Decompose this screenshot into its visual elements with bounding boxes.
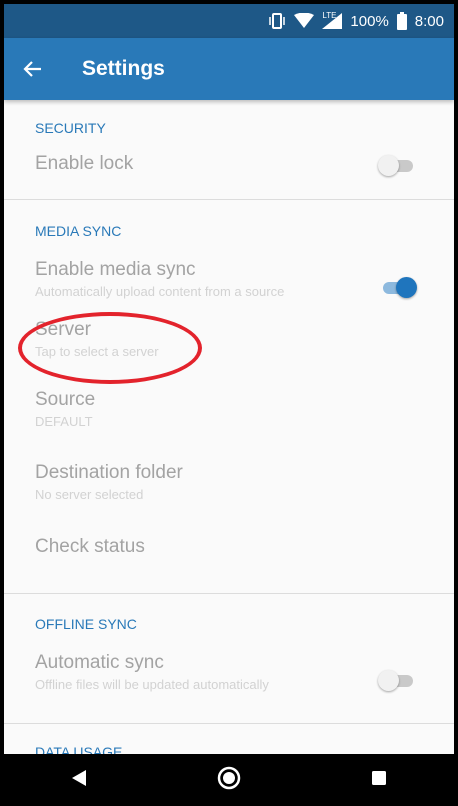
- pref-automatic-sync[interactable]: Automatic sync Offline files will be upd…: [4, 632, 454, 723]
- pref-check-status[interactable]: Check status: [4, 531, 454, 593]
- battery-icon: [396, 12, 407, 30]
- vibrate-icon: [268, 13, 286, 29]
- pref-source[interactable]: Source DEFAULT: [4, 387, 454, 459]
- automatic-sync-switch[interactable]: [378, 670, 414, 691]
- section-header-data-usage: DATA USAGE: [35, 744, 123, 754]
- square-recents-icon: [372, 771, 386, 785]
- arrow-back-icon: [23, 61, 41, 77]
- pref-title: Destination folder: [35, 462, 183, 483]
- pref-server[interactable]: Server Tap to select a server: [4, 315, 454, 387]
- switch-thumb: [378, 155, 399, 176]
- switch-thumb: [378, 670, 399, 691]
- nav-home-button[interactable]: [199, 754, 259, 802]
- pref-summary: No server selected: [35, 487, 144, 502]
- lte-signal-icon: LTE: [322, 11, 343, 29]
- network-type-label: LTE: [322, 11, 337, 20]
- triangle-back-icon: [72, 770, 86, 786]
- pref-destination-folder[interactable]: Destination folder No server selected: [4, 459, 454, 531]
- nav-back-button[interactable]: [49, 754, 109, 802]
- circle-home-icon: [217, 766, 241, 790]
- settings-list: SECURITY Enable lock MEDIA SYNC Enable m…: [4, 100, 454, 754]
- app-bar: Settings: [4, 38, 454, 100]
- switch-thumb: [396, 277, 417, 298]
- enable-lock-switch[interactable]: [378, 155, 414, 176]
- wifi-icon: [294, 13, 315, 29]
- page-title: Settings: [82, 57, 165, 80]
- pref-title: Source: [35, 389, 96, 410]
- pref-title: Server: [35, 319, 91, 340]
- nav-recents-button[interactable]: [349, 754, 409, 802]
- pref-summary: Tap to select a server: [35, 344, 159, 359]
- pref-title: Check status: [35, 536, 145, 557]
- pref-enable-lock[interactable]: Enable lock: [4, 136, 454, 194]
- clock: 8:00: [414, 12, 444, 30]
- pref-summary: DEFAULT: [35, 414, 93, 429]
- section-header-media-sync: MEDIA SYNC: [35, 223, 122, 239]
- battery-percent: 100%: [350, 12, 389, 30]
- status-bar: LTE 100% 8:00: [4, 4, 454, 38]
- nav-bar: [4, 754, 454, 802]
- enable-media-sync-switch[interactable]: [380, 277, 417, 298]
- section-header-offline-sync: OFFLINE SYNC: [35, 616, 137, 632]
- pref-enable-media-sync[interactable]: Enable media sync Automatically upload c…: [4, 239, 454, 315]
- section-header-security: SECURITY: [35, 120, 106, 136]
- back-button[interactable]: [6, 38, 60, 100]
- screen: LTE 100% 8:00 Settings SECURITY Enable l…: [0, 0, 458, 806]
